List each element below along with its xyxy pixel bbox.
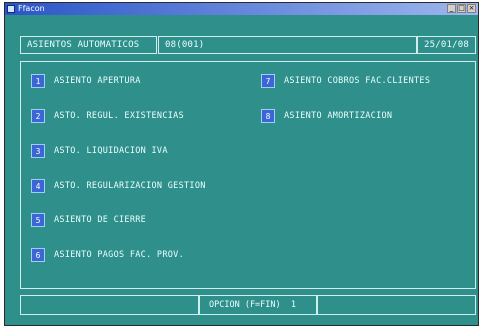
option-prompt: OPCION (F=FIN) 1 [209,300,296,310]
close-icon[interactable]: × [467,4,476,13]
window-controls: _ □ × [447,4,476,13]
menu-item-amortizacion[interactable]: 8 ASIENTO AMORTIZACION [261,109,392,123]
status-right-box [317,295,476,315]
option-key: 4 [31,179,45,193]
menu-item-label: ASIENTO AMORTIZACION [284,111,393,121]
menu-item-cobros-fac-clientes[interactable]: 7 ASIENTO COBROS FAC.CLIENTES [261,74,430,88]
company-code-box: 08(001) [158,36,417,54]
option-key: 3 [31,144,45,158]
date-box: 25/01/08 [417,36,476,54]
minimize-icon[interactable]: _ [447,4,456,13]
option-key: 8 [261,109,275,123]
title-bar: Ffacon _ □ × [5,3,478,15]
menu-item-label: ASIENTO APERTURA [54,76,141,86]
option-key: 2 [31,109,45,123]
option-prompt-box[interactable]: OPCION (F=FIN) 1 [199,295,317,315]
menu-item-asiento-cierre[interactable]: 5 ASIENTO DE CIERRE [31,213,146,227]
menu-item-asiento-apertura[interactable]: 1 ASIENTO APERTURA [31,74,141,88]
menu-item-regularizacion-gestion[interactable]: 4 ASTO. REGULARIZACION GESTION [31,179,206,193]
option-input-value[interactable]: 1 [291,300,296,310]
screen-title: ASIENTOS AUTOMATICOS [27,40,140,50]
menu-item-pagos-fac-prov[interactable]: 6 ASIENTO PAGOS FAC. PROV. [31,248,184,262]
company-code: 08(001) [165,40,205,50]
menu-item-label: ASIENTO DE CIERRE [54,215,147,225]
menu-item-liquidacion-iva[interactable]: 3 ASTO. LIQUIDACION IVA [31,144,168,158]
menu-item-label: ASIENTO PAGOS FAC. PROV. [54,250,185,260]
maximize-icon[interactable]: □ [457,4,466,13]
terminal-screen: ASIENTOS AUTOMATICOS 08(001) 25/01/08 1 … [12,19,476,321]
app-icon[interactable] [7,5,15,13]
window-title: Ffacon [18,4,45,13]
option-key: 5 [31,213,45,227]
menu-item-regul-existencias[interactable]: 2 ASTO. REGUL. EXISTENCIAS [31,109,184,123]
menu-item-label: ASIENTO COBROS FAC.CLIENTES [284,76,431,86]
menu-item-label: ASTO. LIQUIDACION IVA [54,146,168,156]
option-key: 1 [31,74,45,88]
screen-title-box: ASIENTOS AUTOMATICOS [20,36,157,54]
option-prompt-label: OPCION (F=FIN) [209,300,281,310]
menu-panel: 1 ASIENTO APERTURA 2 ASTO. REGUL. EXISTE… [20,61,476,289]
menu-item-label: ASTO. REGULARIZACION GESTION [54,181,206,191]
menu-item-label: ASTO. REGUL. EXISTENCIAS [54,111,185,121]
status-left-box [20,295,199,315]
option-key: 7 [261,74,275,88]
option-key: 6 [31,248,45,262]
date: 25/01/08 [424,40,469,50]
app-window: Ffacon _ □ × ASIENTOS AUTOMATICOS 08(001… [4,2,479,326]
